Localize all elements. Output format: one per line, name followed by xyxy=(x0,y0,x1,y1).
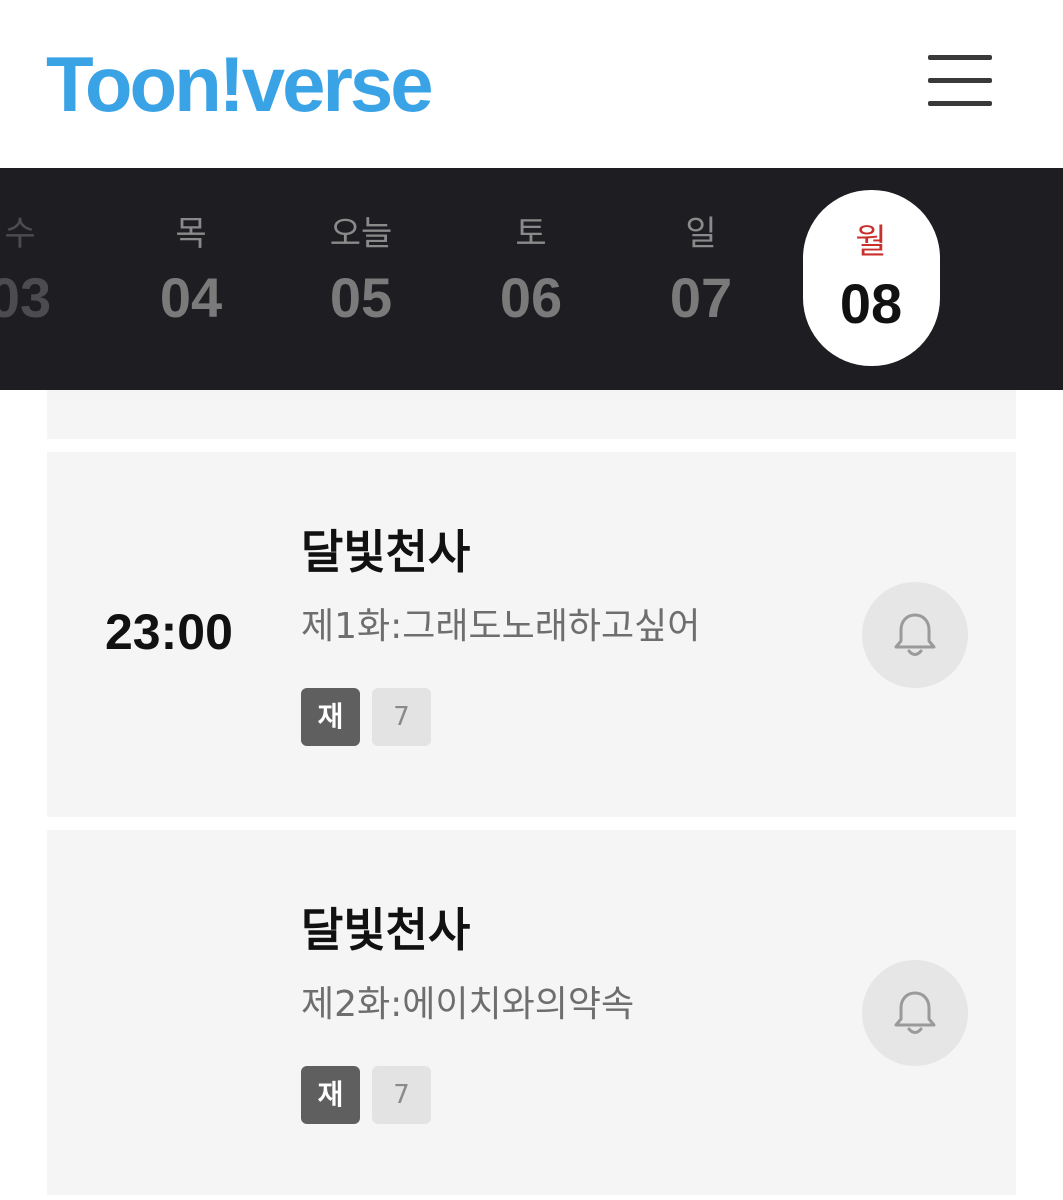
bell-icon xyxy=(894,613,936,656)
date-tab-weekday: 오늘 xyxy=(329,214,393,254)
date-tab-sun[interactable]: 일 07 xyxy=(631,168,771,390)
program-title: 달빛천사 xyxy=(301,903,471,957)
date-tab-weekday: 월 xyxy=(855,222,887,262)
date-tab-number: 07 xyxy=(669,266,733,329)
date-tab-number: 04 xyxy=(159,266,223,329)
date-selector-strip: 수 03 목 04 오늘 05 토 06 일 07 월 08 xyxy=(0,168,1063,390)
date-tab-number: 03 xyxy=(0,266,52,329)
date-tab-sat[interactable]: 토 06 xyxy=(461,168,601,390)
hamburger-menu-icon xyxy=(928,55,992,60)
alarm-button[interactable] xyxy=(862,960,968,1066)
schedule-card[interactable]: 23:00 달빛천사 제1화:그래도노래하고싶어 재 7 xyxy=(47,452,1016,817)
date-tab-weekday: 수 xyxy=(4,214,36,254)
hamburger-menu-icon-bar xyxy=(928,101,992,106)
date-tab-weekday: 목 xyxy=(175,214,207,254)
bell-icon xyxy=(894,991,936,1034)
date-tab-today[interactable]: 오늘 05 xyxy=(291,168,431,390)
date-tab-mon-selected[interactable]: 월 08 xyxy=(801,168,941,390)
date-tab-number: 06 xyxy=(499,266,563,329)
schedule-list: 23:00 달빛천사 제1화:그래도노래하고싶어 재 7 달빛천사 제2화:에이… xyxy=(0,390,1063,1200)
date-tab-weekday: 일 xyxy=(685,214,717,254)
date-tab-thu[interactable]: 목 04 xyxy=(121,168,261,390)
date-tab-wed[interactable]: 수 03 xyxy=(0,168,90,390)
age-rating-badge: 7 xyxy=(372,1066,431,1124)
rerun-badge: 재 xyxy=(301,1066,360,1124)
hamburger-menu-button[interactable] xyxy=(926,54,996,112)
episode-title: 제2화:에이치와의약속 xyxy=(301,984,635,1025)
broadcast-time: 23:00 xyxy=(105,604,233,660)
schedule-card[interactable]: 달빛천사 제2화:에이치와의약속 재 7 xyxy=(47,830,1016,1195)
rerun-badge: 재 xyxy=(301,688,360,746)
schedule-card-partial xyxy=(47,390,1016,439)
program-title: 달빛천사 xyxy=(301,525,471,579)
date-tab-weekday: 토 xyxy=(515,214,547,254)
episode-title: 제1화:그래도노래하고싶어 xyxy=(301,606,701,647)
date-tab-number: 08 xyxy=(839,272,903,335)
app-header: Toon!verse xyxy=(0,0,1063,168)
hamburger-menu-icon-bar xyxy=(928,78,992,83)
tooniverse-logo[interactable]: Toon!verse xyxy=(46,38,434,130)
alarm-button[interactable] xyxy=(862,582,968,688)
date-tab-number: 05 xyxy=(329,266,393,329)
age-rating-badge: 7 xyxy=(372,688,431,746)
